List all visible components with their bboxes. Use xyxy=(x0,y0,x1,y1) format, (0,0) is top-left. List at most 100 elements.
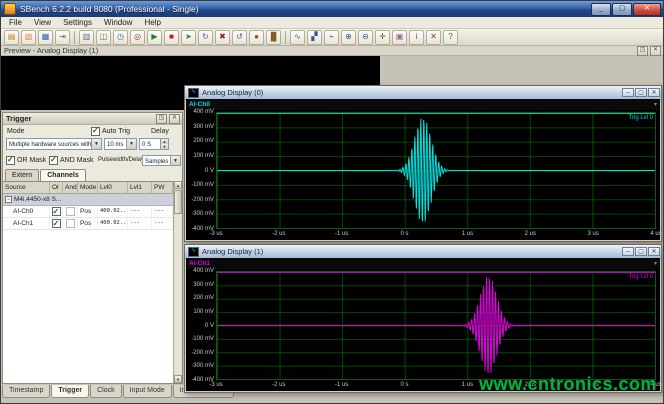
trigger-tab-extern[interactable]: Extern xyxy=(5,169,39,181)
pulsewidth-cell[interactable]: --- xyxy=(152,218,173,229)
pause-icon[interactable]: ▐▌ xyxy=(266,30,281,45)
checkbox-icon[interactable] xyxy=(49,156,58,165)
dock-tab-timestamp[interactable]: Timestamp xyxy=(2,385,50,398)
float-panel-icon[interactable]: ◳ xyxy=(156,114,167,124)
and-checkbox[interactable] xyxy=(66,219,75,228)
close-button[interactable]: ✕ xyxy=(633,3,661,16)
open-project-icon[interactable]: ▧ xyxy=(21,30,36,45)
chevron-down-icon[interactable]: ▼ xyxy=(170,156,180,165)
dock-tab-trigger[interactable]: Trigger xyxy=(51,385,89,398)
level0-cell[interactable]: 400.02... xyxy=(98,206,128,217)
trigger-level-line[interactable] xyxy=(217,113,655,114)
maximize-button[interactable]: ▢ xyxy=(635,247,647,256)
menu-help[interactable]: Help xyxy=(138,17,166,29)
scroll-down-icon[interactable]: ▼ xyxy=(174,375,182,383)
channel-options-icon[interactable]: ▾ xyxy=(654,260,660,267)
chevron-down-icon[interactable]: ▼ xyxy=(91,139,101,149)
column-header-mode[interactable]: Mode xyxy=(78,182,98,193)
cursor-icon[interactable]: ✛ xyxy=(375,30,390,45)
loop-icon[interactable]: ↻ xyxy=(198,30,213,45)
analog-display-0-window[interactable]: ∿ Analog Display (0) ‒ ▢ ✕ AI-Ch0 ▾ 400 … xyxy=(184,85,662,242)
trig-delay-field[interactable]: 10 ms ▼ xyxy=(104,138,137,150)
analog-display-icon[interactable]: ∿ xyxy=(290,30,305,45)
vertical-scrollbar[interactable]: ▲ ▼ xyxy=(173,181,182,383)
channel-options-icon[interactable]: ▾ xyxy=(654,101,660,108)
trigger-level-line[interactable] xyxy=(217,272,655,273)
display-titlebar[interactable]: ∿ Analog Display (0) ‒ ▢ ✕ xyxy=(185,86,661,100)
input-channels-icon[interactable]: ▥ xyxy=(79,30,94,45)
trigger-mode-select[interactable]: Multiple hardware sources with AND/OR ▼ xyxy=(6,138,102,150)
or-mask-checkbox[interactable]: OR Mask xyxy=(6,156,46,165)
minimize-button[interactable]: ‒ xyxy=(622,247,634,256)
trigger-panel-titlebar[interactable]: Trigger ◳ ✕ xyxy=(3,113,182,125)
table-row[interactable]: AI-Ch1Pos400.02...------ xyxy=(3,218,173,230)
spinner-arrows[interactable]: ▲▼ xyxy=(160,139,168,149)
minimize-button[interactable]: ‒ xyxy=(622,88,634,97)
mode-cell[interactable]: Pos xyxy=(78,218,98,229)
auto-trig-checkbox[interactable]: Auto Trig xyxy=(91,127,130,136)
and-mask-checkbox[interactable]: AND Mask xyxy=(49,156,93,165)
channel-label[interactable]: AI-Ch1 xyxy=(186,260,654,267)
save-project-icon[interactable]: ▦ xyxy=(38,30,53,45)
plot-area[interactable]: Trig Lvl 0 xyxy=(216,112,656,229)
column-header-lvl0[interactable]: Lvl0 xyxy=(98,182,128,193)
dock-tab-input-mode[interactable]: Input Mode xyxy=(123,385,172,398)
single-shot-icon[interactable]: ➤ xyxy=(181,30,196,45)
or-checkbox[interactable] xyxy=(52,207,61,216)
trigger-tab-channels[interactable]: Channels xyxy=(40,169,86,181)
chevron-down-icon[interactable]: ▼ xyxy=(126,139,136,149)
channel-label[interactable]: AI-Ch0 xyxy=(186,101,654,108)
export-data-icon[interactable]: ⇥ xyxy=(55,30,70,45)
menu-view[interactable]: View xyxy=(28,17,57,29)
column-header-source[interactable]: Source xyxy=(3,182,50,193)
scrollbar-thumb[interactable] xyxy=(174,190,182,214)
maximize-button[interactable]: ▢ xyxy=(635,88,647,97)
abort-icon[interactable]: ✖ xyxy=(215,30,230,45)
clock-icon[interactable]: ◷ xyxy=(113,30,128,45)
or-checkbox[interactable] xyxy=(52,219,61,228)
dock-tab-clock[interactable]: Clock xyxy=(90,385,122,398)
table-row[interactable]: AI-Ch0Pos400.02...------ xyxy=(3,206,173,218)
display-titlebar[interactable]: ∿ Analog Display (1) ‒ ▢ ✕ xyxy=(185,245,661,259)
menu-file[interactable]: File xyxy=(3,17,28,29)
close-panel-icon[interactable]: ✕ xyxy=(169,114,180,124)
zoom-in-icon[interactable]: ⊕ xyxy=(341,30,356,45)
restart-icon[interactable]: ↺ xyxy=(232,30,247,45)
float-panel-icon[interactable]: ◳ xyxy=(637,46,648,56)
start-icon[interactable]: ▶ xyxy=(147,30,162,45)
digital-display-icon[interactable]: ▞ xyxy=(307,30,322,45)
close-panel-icon[interactable]: ✕ xyxy=(650,46,661,56)
fft-display-icon[interactable]: ⌁ xyxy=(324,30,339,45)
pulsewidth-cell[interactable]: --- xyxy=(152,206,173,217)
scroll-up-icon[interactable]: ▲ xyxy=(174,181,182,189)
maximize-button[interactable]: ▢ xyxy=(612,3,632,16)
delay-field[interactable]: 0 S ▲▼ xyxy=(139,138,169,150)
close-button[interactable]: ✕ xyxy=(648,88,660,97)
record-icon[interactable]: ● xyxy=(249,30,264,45)
collapse-icon[interactable]: − xyxy=(5,196,12,203)
level1-cell[interactable]: --- xyxy=(128,206,152,217)
trigger-icon[interactable]: ◎ xyxy=(130,30,145,45)
level1-cell[interactable]: --- xyxy=(128,218,152,229)
zoom-out-icon[interactable]: ⊖ xyxy=(358,30,373,45)
menu-window[interactable]: Window xyxy=(98,17,138,29)
plot-area[interactable]: Trig Lvl 0 xyxy=(216,271,656,380)
table-group-row[interactable]: −M4i.4450-x8 S... xyxy=(3,194,173,206)
column-header-pw[interactable]: PW xyxy=(152,182,173,193)
checkbox-icon[interactable] xyxy=(6,156,15,165)
close-button[interactable]: ✕ xyxy=(648,247,660,256)
analog-display-1-window[interactable]: ∿ Analog Display (1) ‒ ▢ ✕ AI-Ch1 ▾ 400 … xyxy=(184,244,662,393)
menu-settings[interactable]: Settings xyxy=(57,17,98,29)
mode-cell[interactable]: Pos xyxy=(78,206,98,217)
stop-icon[interactable]: ■ xyxy=(164,30,179,45)
column-header-lvl1[interactable]: Lvl1 xyxy=(128,182,152,193)
minimize-button[interactable]: _ xyxy=(591,3,611,16)
snapshot-icon[interactable]: ▣ xyxy=(392,30,407,45)
info-icon[interactable]: i xyxy=(409,30,424,45)
pulsewidth-unit-select[interactable]: Samples ▼ xyxy=(142,155,181,166)
spin-down-icon[interactable]: ▼ xyxy=(160,144,168,149)
input-mode-icon[interactable]: ◫ xyxy=(96,30,111,45)
titlebar[interactable]: SBench 6.2.2 build 8080 (Professional - … xyxy=(1,1,663,17)
new-project-icon[interactable]: ▤ xyxy=(4,30,19,45)
close-display-icon[interactable]: ✕ xyxy=(426,30,441,45)
